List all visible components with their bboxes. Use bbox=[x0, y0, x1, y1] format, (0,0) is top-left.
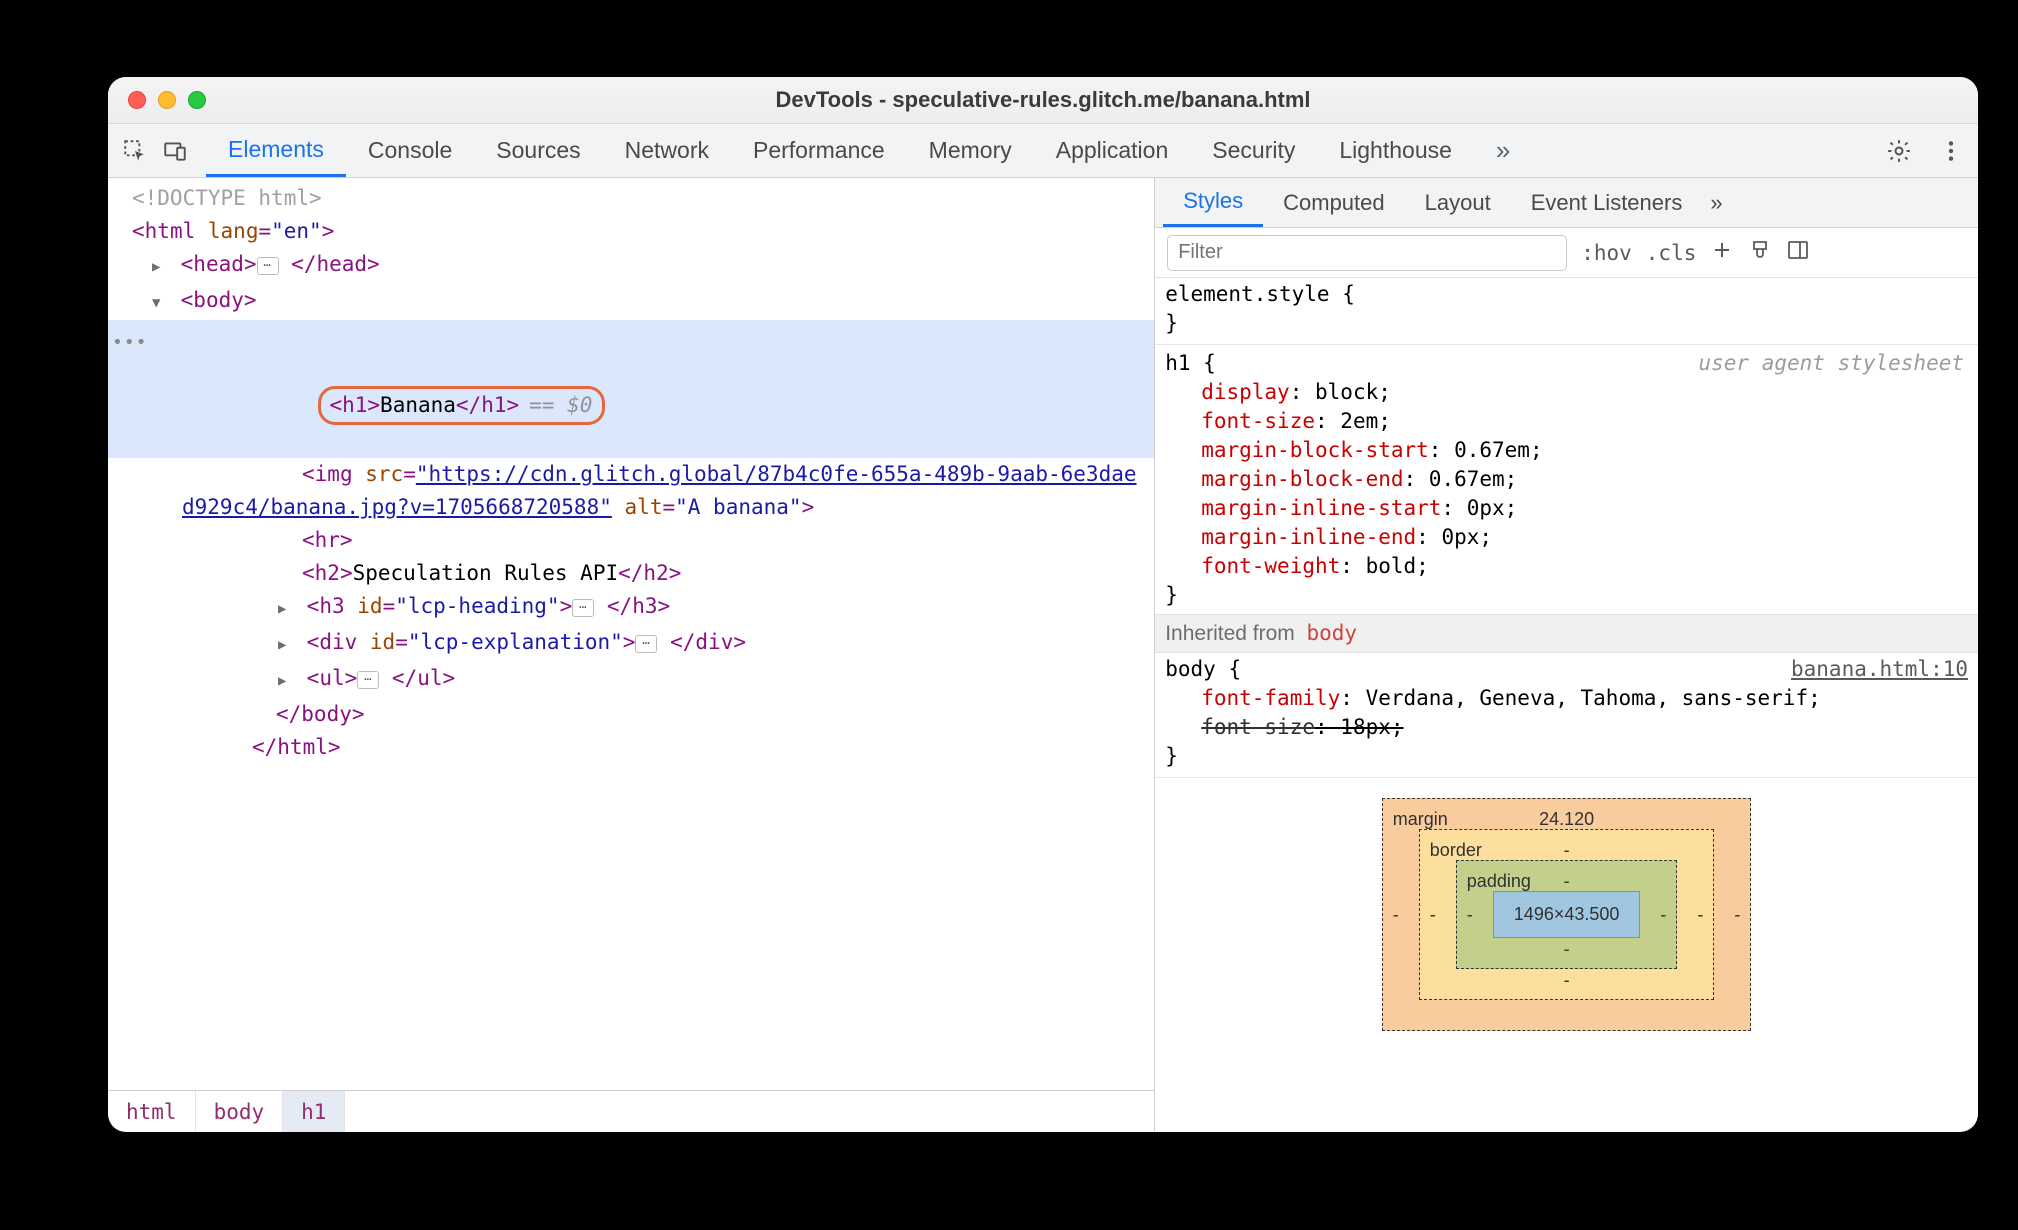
user-agent-label: user agent stylesheet bbox=[1699, 349, 1965, 378]
expand-arrow-icon[interactable] bbox=[278, 626, 294, 662]
box-model-margin[interactable]: margin 24.120 - - border - - - - bbox=[1382, 798, 1752, 1031]
dom-body-open[interactable]: <body> bbox=[108, 284, 1154, 320]
subtab-event-listeners[interactable]: Event Listeners bbox=[1511, 178, 1703, 227]
window-title: DevTools - speculative-rules.glitch.me/b… bbox=[108, 87, 1978, 113]
tab-console[interactable]: Console bbox=[346, 124, 474, 177]
hov-toggle[interactable]: :hov bbox=[1581, 241, 1632, 265]
breadcrumb-html[interactable]: html bbox=[108, 1091, 196, 1132]
dom-img[interactable]: <img src="https://cdn.glitch.global/87b4… bbox=[108, 458, 1154, 524]
body-rule[interactable]: banana.html:10 body { font-family: Verda… bbox=[1155, 653, 1978, 775]
element-style-rule[interactable]: element.style { } bbox=[1155, 278, 1978, 342]
settings-gear-icon[interactable] bbox=[1882, 134, 1916, 168]
dom-hr[interactable]: <hr> bbox=[108, 524, 1154, 557]
devtools-window: DevTools - speculative-rules.glitch.me/b… bbox=[108, 77, 1978, 1132]
fullscreen-window-button[interactable] bbox=[188, 91, 206, 109]
expand-arrow-icon[interactable] bbox=[278, 590, 294, 626]
dom-html-open[interactable]: <html lang="en"> bbox=[108, 215, 1154, 248]
titlebar: DevTools - speculative-rules.glitch.me/b… bbox=[108, 77, 1978, 124]
tabs-overflow-icon[interactable]: » bbox=[1474, 124, 1526, 177]
styles-pane: Styles Computed Layout Event Listeners »… bbox=[1155, 178, 1978, 1132]
breadcrumb: html body h1 bbox=[108, 1090, 1154, 1132]
tab-memory[interactable]: Memory bbox=[907, 124, 1034, 177]
source-link[interactable]: banana.html:10 bbox=[1791, 655, 1968, 684]
selected-node-capsule: <h1>Banana</h1>== $0 bbox=[318, 386, 605, 425]
cls-toggle[interactable]: .cls bbox=[1646, 241, 1697, 265]
styles-filter-input[interactable] bbox=[1167, 235, 1567, 271]
subtabs-overflow-icon[interactable]: » bbox=[1702, 178, 1724, 227]
dom-h2[interactable]: <h2>Speculation Rules API</h2> bbox=[108, 557, 1154, 590]
device-toolbar-icon[interactable] bbox=[158, 134, 192, 168]
ellipsis-icon[interactable]: ⋯ bbox=[257, 257, 279, 275]
ellipsis-icon[interactable]: ⋯ bbox=[635, 635, 657, 653]
tab-security[interactable]: Security bbox=[1190, 124, 1317, 177]
styles-toolbar: :hov .cls bbox=[1155, 228, 1978, 278]
box-model-content[interactable]: 1496×43.500 bbox=[1493, 891, 1641, 938]
row-actions-icon[interactable]: ••• bbox=[112, 326, 148, 359]
ellipsis-icon[interactable]: ⋯ bbox=[572, 599, 594, 617]
tab-lighthouse[interactable]: Lighthouse bbox=[1317, 124, 1474, 177]
new-style-rule-icon[interactable] bbox=[1710, 238, 1734, 267]
dom-selected-h1[interactable]: ••• <h1>Banana</h1>== $0 bbox=[108, 320, 1154, 458]
dom-h3[interactable]: <h3 id="lcp-heading">⋯ </h3> bbox=[108, 590, 1154, 626]
tab-elements[interactable]: Elements bbox=[206, 124, 346, 177]
ellipsis-icon[interactable]: ⋯ bbox=[357, 671, 379, 689]
main-tabstrip: Elements Console Sources Network Perform… bbox=[108, 124, 1978, 178]
inspect-element-icon[interactable] bbox=[118, 134, 152, 168]
subtab-computed[interactable]: Computed bbox=[1263, 178, 1405, 227]
styles-tabstrip: Styles Computed Layout Event Listeners » bbox=[1155, 178, 1978, 228]
collapse-arrow-icon[interactable] bbox=[152, 284, 168, 320]
minimize-window-button[interactable] bbox=[158, 91, 176, 109]
styles-rules[interactable]: element.style { } user agent stylesheet … bbox=[1155, 278, 1978, 1132]
dom-doctype[interactable]: <!DOCTYPE html> bbox=[108, 182, 1154, 215]
elements-pane: <!DOCTYPE html> <html lang="en"> <head>⋯… bbox=[108, 178, 1155, 1132]
tab-sources[interactable]: Sources bbox=[474, 124, 602, 177]
expand-arrow-icon[interactable] bbox=[152, 248, 168, 284]
breadcrumb-h1[interactable]: h1 bbox=[283, 1091, 345, 1132]
paintbrush-icon[interactable] bbox=[1748, 238, 1772, 267]
dom-head[interactable]: <head>⋯ </head> bbox=[108, 248, 1154, 284]
inherited-from-bar: Inherited from body bbox=[1155, 614, 1978, 653]
expand-arrow-icon[interactable] bbox=[278, 662, 294, 698]
box-model[interactable]: margin 24.120 - - border - - - - bbox=[1155, 780, 1978, 1037]
subtab-layout[interactable]: Layout bbox=[1405, 178, 1511, 227]
tab-network[interactable]: Network bbox=[603, 124, 731, 177]
traffic-lights bbox=[128, 91, 206, 109]
padding-label: padding bbox=[1467, 867, 1531, 896]
tab-application[interactable]: Application bbox=[1034, 124, 1191, 177]
dom-div[interactable]: <div id="lcp-explanation">⋯ </div> bbox=[108, 626, 1154, 662]
main-tabs: Elements Console Sources Network Perform… bbox=[206, 124, 1526, 177]
subtab-styles[interactable]: Styles bbox=[1163, 178, 1263, 227]
dom-html-close[interactable]: </html> bbox=[108, 731, 1154, 764]
dom-tree[interactable]: <!DOCTYPE html> <html lang="en"> <head>⋯… bbox=[108, 178, 1154, 1090]
content-split: <!DOCTYPE html> <html lang="en"> <head>⋯… bbox=[108, 178, 1978, 1132]
kebab-menu-icon[interactable] bbox=[1934, 134, 1968, 168]
box-model-border[interactable]: border - - - - padding - - - bbox=[1419, 829, 1715, 1000]
close-window-button[interactable] bbox=[128, 91, 146, 109]
tab-performance[interactable]: Performance bbox=[731, 124, 907, 177]
breadcrumb-body[interactable]: body bbox=[196, 1091, 284, 1132]
toggle-computed-sidebar-icon[interactable] bbox=[1786, 238, 1810, 267]
h1-rule[interactable]: user agent stylesheet h1 { display: bloc… bbox=[1155, 347, 1978, 614]
box-model-padding[interactable]: padding - - - - 1496×43.500 bbox=[1456, 860, 1678, 969]
dom-ul[interactable]: <ul>⋯ </ul> bbox=[108, 662, 1154, 698]
dom-body-close[interactable]: </body> bbox=[108, 698, 1154, 731]
